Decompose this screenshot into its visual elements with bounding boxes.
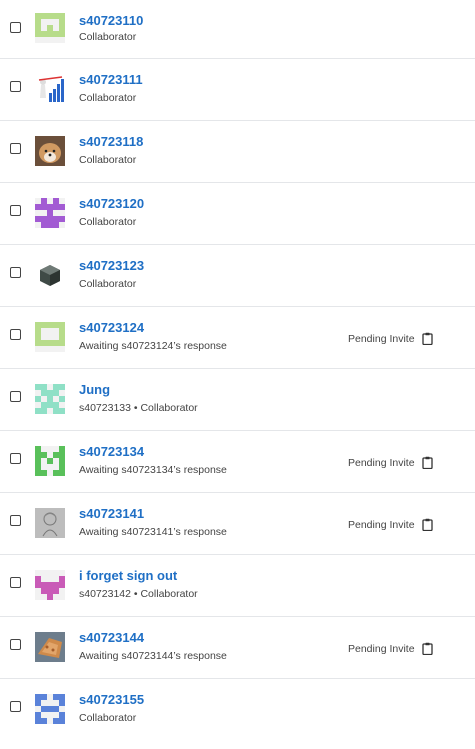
select-checkbox[interactable] <box>10 267 21 278</box>
clipboard-icon[interactable] <box>421 518 433 531</box>
member-name-link[interactable]: s40723155 <box>79 692 144 707</box>
clipboard-icon[interactable] <box>421 642 433 655</box>
member-row: s40723118 Collaborator <box>0 121 475 183</box>
member-role: Collaborator <box>79 154 137 166</box>
clipboard-icon[interactable] <box>421 332 433 345</box>
member-row: Jung s40723133 • Collaborator <box>0 369 475 431</box>
identicon-icon <box>35 570 65 600</box>
select-checkbox[interactable] <box>10 205 21 216</box>
member-role: Awaiting s40723134’s response <box>79 464 227 476</box>
pending-invite-label: Pending Invite <box>348 518 415 531</box>
select-checkbox[interactable] <box>10 391 21 402</box>
clipboard-icon[interactable] <box>421 456 433 469</box>
member-name-link[interactable]: s40723123 <box>79 258 144 273</box>
dog-photo-icon <box>35 136 65 166</box>
members-list: s40723110 Collaborator s40723111 Collabo… <box>0 0 475 741</box>
select-checkbox[interactable] <box>10 143 21 154</box>
pending-invite-status: Pending Invite <box>348 332 433 345</box>
pending-invite-label: Pending Invite <box>348 642 415 655</box>
select-checkbox[interactable] <box>10 81 21 92</box>
member-role: s40723142 • Collaborator <box>79 588 198 600</box>
member-role: Collaborator <box>79 31 137 43</box>
member-row: s40723144 Awaiting s40723144’s response … <box>0 617 475 679</box>
member-row: i forget sign out s40723142 • Collaborat… <box>0 555 475 617</box>
identicon-icon <box>35 322 65 352</box>
pending-invite-status: Pending Invite <box>348 642 433 655</box>
identicon-icon <box>35 384 65 414</box>
member-name-link[interactable]: s40723124 <box>79 320 144 335</box>
member-row: s40723124 Awaiting s40723124’s response … <box>0 307 475 369</box>
member-row: s40723155 Collaborator <box>0 679 475 741</box>
food-photo-icon <box>35 632 65 662</box>
member-row: s40723134 Awaiting s40723134’s response … <box>0 431 475 493</box>
pending-invite-status: Pending Invite <box>348 456 433 469</box>
pending-invite-label: Pending Invite <box>348 332 415 345</box>
identicon-icon <box>35 446 65 476</box>
member-name-link[interactable]: s40723118 <box>79 134 143 149</box>
member-row: s40723123 Collaborator <box>0 245 475 307</box>
member-name-link[interactable]: s40723134 <box>79 444 144 459</box>
select-checkbox[interactable] <box>10 515 21 526</box>
select-checkbox[interactable] <box>10 639 21 650</box>
bar-chart-figure-icon <box>35 74 65 104</box>
member-role: Awaiting s40723141’s response <box>79 526 227 538</box>
member-role: Collaborator <box>79 278 137 290</box>
pending-invite-label: Pending Invite <box>348 456 415 469</box>
member-role: Collaborator <box>79 216 137 228</box>
member-role: s40723133 • Collaborator <box>79 402 198 414</box>
member-row: s40723120 Collaborator <box>0 183 475 245</box>
member-role: Collaborator <box>79 712 137 724</box>
member-row: s40723110 Collaborator <box>0 0 475 59</box>
identicon-icon <box>35 13 65 43</box>
cube-icon <box>35 260 65 290</box>
identicon-icon <box>35 694 65 724</box>
member-name-link[interactable]: i forget sign out <box>79 568 177 583</box>
member-row: s40723111 Collaborator <box>0 59 475 121</box>
member-name-link[interactable]: s40723111 <box>79 72 143 87</box>
select-checkbox[interactable] <box>10 701 21 712</box>
member-name-link[interactable]: s40723141 <box>79 506 144 521</box>
member-row: s40723141 Awaiting s40723141’s response … <box>0 493 475 555</box>
select-checkbox[interactable] <box>10 22 21 33</box>
member-name-link[interactable]: s40723120 <box>79 196 144 211</box>
sketch-photo-icon <box>35 508 65 538</box>
select-checkbox[interactable] <box>10 329 21 340</box>
select-checkbox[interactable] <box>10 453 21 464</box>
member-name-link[interactable]: s40723144 <box>79 630 144 645</box>
pending-invite-status: Pending Invite <box>348 518 433 531</box>
member-role: Awaiting s40723124’s response <box>79 340 227 352</box>
member-role: Awaiting s40723144’s response <box>79 650 227 662</box>
member-role: Collaborator <box>79 92 137 104</box>
member-name-link[interactable]: Jung <box>79 382 110 397</box>
member-name-link[interactable]: s40723110 <box>79 13 143 28</box>
select-checkbox[interactable] <box>10 577 21 588</box>
identicon-icon <box>35 198 65 228</box>
